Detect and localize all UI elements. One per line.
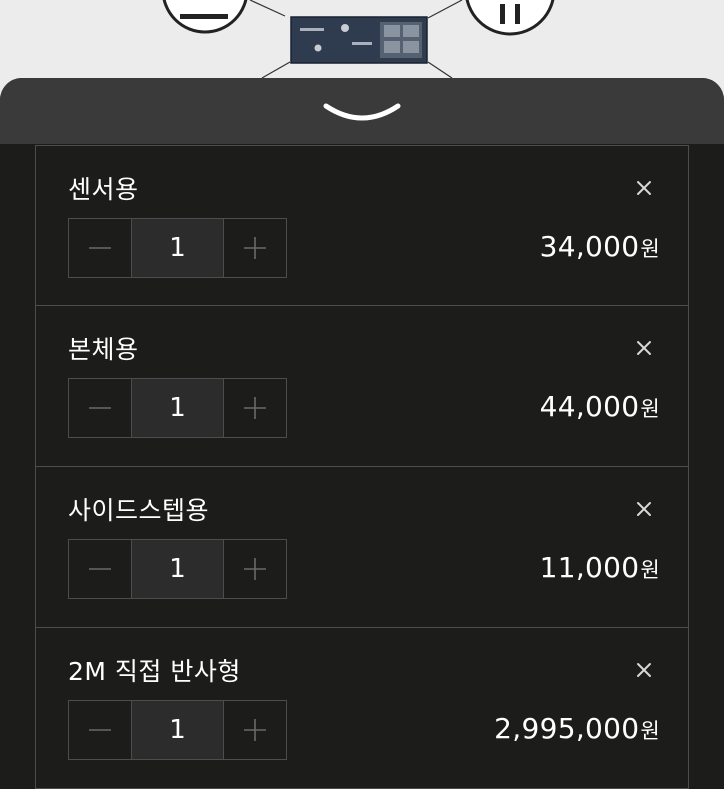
decrease-button[interactable] — [68, 700, 132, 760]
cart-drawer: 센서용 1 34,000원 본체용 1 44,000원 사이드스텝용 1 11,… — [0, 78, 724, 789]
price-amount: 11,000 — [539, 551, 640, 584]
increase-button[interactable] — [223, 218, 287, 278]
minus-icon — [89, 729, 111, 731]
quantity-value[interactable]: 1 — [132, 700, 223, 760]
item-price: 2,995,000원 — [494, 712, 660, 745]
price-amount: 2,995,000 — [494, 712, 640, 745]
quantity-stepper: 1 — [68, 700, 287, 760]
plus-icon — [244, 237, 266, 259]
minus-icon — [89, 407, 111, 409]
price-currency: 원 — [640, 558, 660, 582]
quantity-stepper: 1 — [68, 218, 287, 278]
item-name: 사이드스텝용 — [68, 496, 210, 525]
selected-options-list: 센서용 1 34,000원 본체용 1 44,000원 사이드스텝용 1 11,… — [35, 145, 689, 789]
increase-button[interactable] — [223, 378, 287, 438]
price-amount: 34,000 — [539, 230, 640, 263]
decrease-button[interactable] — [68, 539, 132, 599]
item-name: 2M 직접 반사형 — [68, 657, 241, 686]
item-name: 센서용 — [68, 175, 139, 204]
price-currency: 원 — [640, 719, 660, 743]
quantity-value[interactable]: 1 — [132, 218, 223, 278]
increase-button[interactable] — [223, 700, 287, 760]
price-currency: 원 — [640, 237, 660, 261]
item-price: 34,000원 — [540, 230, 660, 263]
minus-icon — [89, 568, 111, 570]
list-item: 사이드스텝용 1 11,000원 — [35, 467, 689, 628]
increase-button[interactable] — [223, 539, 287, 599]
close-icon[interactable] — [632, 176, 656, 200]
close-icon[interactable] — [632, 658, 656, 682]
item-price: 44,000원 — [540, 390, 660, 423]
quantity-stepper: 1 — [68, 378, 287, 438]
plus-icon — [244, 397, 266, 419]
price-amount: 44,000 — [539, 390, 640, 423]
plus-icon — [244, 558, 266, 580]
drawer-collapse-button[interactable] — [0, 78, 724, 144]
item-price: 11,000원 — [540, 551, 660, 584]
close-icon[interactable] — [632, 336, 656, 360]
price-currency: 원 — [640, 397, 660, 421]
list-item: 본체용 1 44,000원 — [35, 306, 689, 467]
plus-icon — [244, 719, 266, 741]
close-icon[interactable] — [632, 497, 656, 521]
quantity-value[interactable]: 1 — [132, 378, 223, 438]
minus-icon — [89, 247, 111, 249]
chevron-down-icon — [323, 103, 401, 121]
list-item: 2M 직접 반사형 1 2,995,000원 — [35, 628, 689, 789]
decrease-button[interactable] — [68, 218, 132, 278]
decrease-button[interactable] — [68, 378, 132, 438]
list-item: 센서용 1 34,000원 — [35, 145, 689, 306]
quantity-value[interactable]: 1 — [132, 539, 223, 599]
quantity-stepper: 1 — [68, 539, 287, 599]
item-name: 본체용 — [68, 335, 139, 364]
